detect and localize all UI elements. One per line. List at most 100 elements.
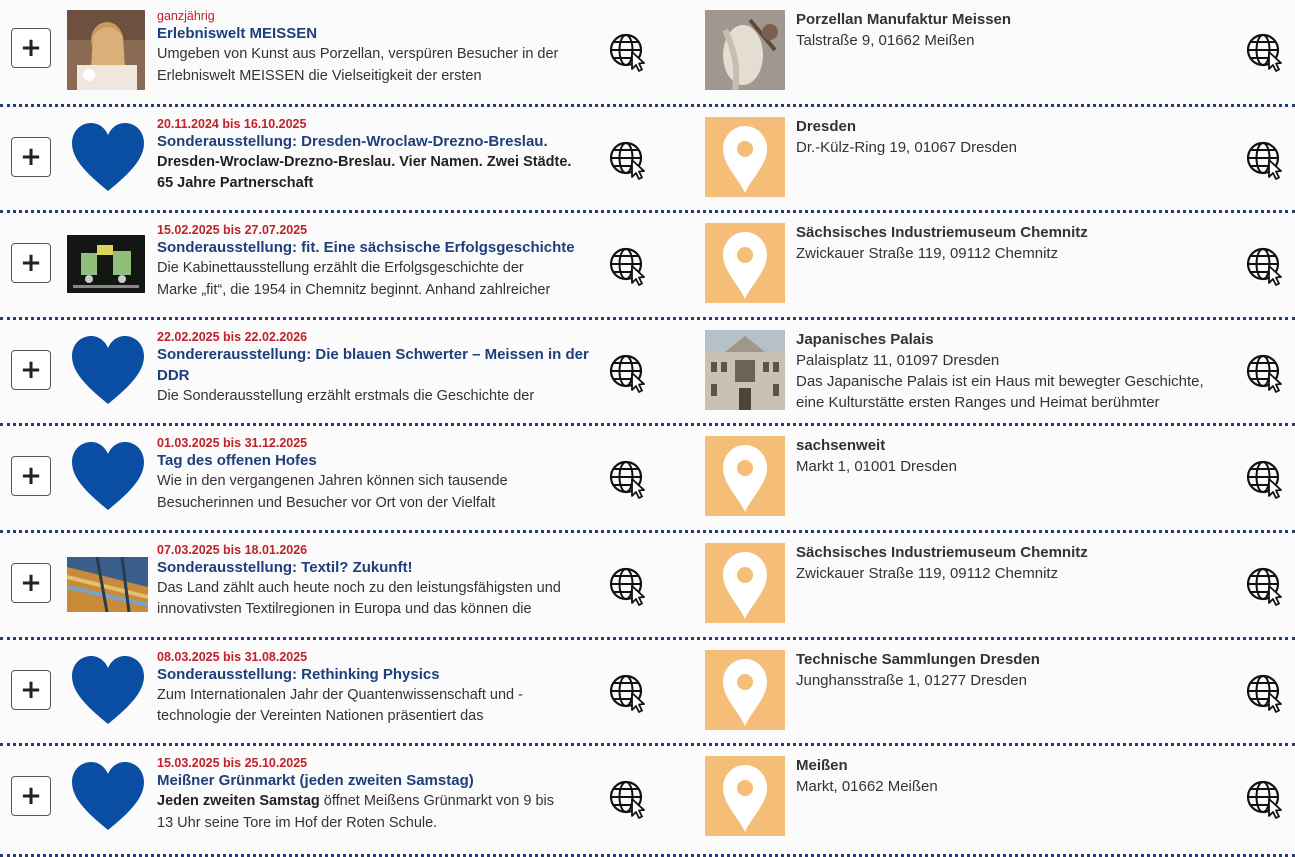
expand-button[interactable]: + [11,562,51,603]
globe-cursor-icon[interactable] [1245,566,1287,606]
location-address: Markt 1, 01001 Dresden [796,458,957,476]
globe-cursor-icon[interactable] [1245,673,1287,713]
location-info: Dresden Dr.-Külz-Ring 19, 01067 Dresden [796,116,1236,158]
description-line: Zum Internationalen Jahr der Quantenwiss… [157,686,523,703]
event-row: + 22.02.2025 bis 22.02.2026 Sondererauss… [0,320,1295,427]
location-address: Dr.-Külz-Ring 19, 01067 Dresden [796,138,1017,156]
event-info: 15.03.2025 bis 25.10.2025 Meißner Grünma… [157,756,605,834]
event-date: 20.11.2024 bis 16.10.2025 [157,116,307,131]
location-name: sachsenweit [796,437,886,455]
description-line: Wie in den vergangenen Jahren können sic… [157,473,508,490]
event-description: Die Sonderausstellung erzählt erstmals d… [157,386,605,408]
globe-cursor-icon[interactable] [608,566,650,606]
map-pin-icon[interactable] [705,649,785,730]
globe-cursor-icon[interactable] [1245,459,1287,500]
globe-cursor-icon[interactable] [608,140,650,180]
event-row: + 01.03.2025 bis 31.12.2025 Tag des offe… [0,426,1295,533]
event-row: + 07.03.2025 bis 18.01.2026 Sonderausste… [0,533,1295,640]
location-name: Sächsisches Industriemuseum Chemnitz [796,224,1088,242]
map-pin-icon[interactable] [705,436,785,517]
location-name: Dresden [796,117,857,135]
expand-button[interactable]: + [11,349,51,390]
description-line: Die Kabinettausstellung erzählt die Erfo… [157,260,524,277]
globe-cursor-icon[interactable] [1245,246,1287,287]
globe-cursor-icon[interactable] [608,353,650,393]
event-info: 08.03.2025 bis 31.08.2025 Sonderausstell… [157,650,605,728]
description-line: technologie der Vereinten Nationen präse… [157,708,484,725]
location-info: Meißen Markt, 01662 Meißen [796,755,1236,797]
description-line: Das Land zählt auch heute noch zu den le… [157,579,561,596]
expand-button[interactable]: + [11,456,51,497]
heart-icon [68,119,148,199]
description-line: Umgeben von Kunst aus Porzellan, verspür… [157,46,559,62]
location-info: Technische Sammlungen Dresden Junghansst… [796,649,1236,691]
heart-icon [68,758,148,838]
description-line: Jeden zweiten Samstag öffnet Meißens Grü… [157,791,605,813]
globe-cursor-icon[interactable] [608,32,650,72]
globe-cursor-icon[interactable] [608,779,650,820]
event-date: 15.02.2025 bis 27.07.2025 [157,223,308,238]
event-row: + ganzjährig Erlebniswelt MEISSEN Umgebe… [0,0,1295,107]
description-line: 13 Uhr seine Tore im Hof der Roten Schul… [157,814,438,831]
event-title[interactable]: Sonderausstellung: fit. Eine sächsische … [157,237,605,258]
event-row: + 15.03.2025 bis 25.10.2025 Meißner Grün… [0,746,1295,857]
event-row: + 15.02.2025 bis 27.07.2025 Sonderausste… [0,213,1295,320]
event-title[interactable]: Sondererausstellung: Die blauen Schwerte… [157,344,605,386]
globe-cursor-icon[interactable] [608,459,650,500]
heart-icon [68,332,148,412]
event-description: Jeden zweiten Samstag öffnet Meißens Grü… [157,791,605,834]
location-address: Junghansstraße 1, 01277 Dresden [796,671,1027,689]
map-pin-icon[interactable] [705,756,785,837]
map-pin-icon[interactable] [705,542,785,623]
description-line: eine Kulturstätte ersten Ranges und Heim… [796,394,1160,412]
description-line: innovativsten Textilregionen in Europa u… [157,601,532,618]
event-info: 20.11.2024 bis 16.10.2025 Sonderausstell… [157,117,605,195]
event-date: 08.03.2025 bis 31.08.2025 [157,649,308,664]
expand-button[interactable]: + [11,243,51,284]
location-thumbnail[interactable] [705,10,785,90]
description-line: Besucherinnen und Besucher vor Ort von d… [157,494,496,511]
expand-button[interactable]: + [11,28,51,68]
event-date: ganzjährig [157,9,215,23]
location-address: Palaisplatz 11, 01097 Dresden [796,351,1000,369]
event-date: 01.03.2025 bis 31.12.2025 [157,436,308,451]
event-title[interactable]: Erlebniswelt MEISSEN [157,23,605,44]
expand-button[interactable]: + [11,776,51,817]
location-name: Meißen [796,757,848,775]
description-line: 65 Jahre Partnerschaft [157,175,314,192]
map-pin-icon[interactable] [705,116,785,197]
description-line: Dresden-Wroclaw-Drezno-Breslau. Vier Nam… [157,153,572,170]
event-info: ganzjährig Erlebniswelt MEISSEN Umgeben … [157,9,605,87]
description-line: Die Sonderausstellung erzählt erstmals d… [157,387,535,404]
heart-icon [68,652,148,732]
location-address: Zwickauer Straße 119, 09112 Chemnitz [796,564,1059,582]
event-title[interactable]: Meißner Grünmarkt (jeden zweiten Samstag… [157,770,605,791]
event-thumbnail[interactable] [67,556,148,612]
expand-button[interactable]: + [11,669,51,710]
globe-cursor-icon[interactable] [1245,353,1287,393]
expand-button[interactable]: + [11,136,51,177]
globe-cursor-icon[interactable] [608,246,650,287]
globe-cursor-icon[interactable] [1245,779,1287,820]
event-description: Zum Internationalen Jahr der Quantenwiss… [157,685,605,728]
event-title[interactable]: Sonderausstellung: Dresden-Wroclaw-Drezn… [157,131,605,152]
event-title[interactable]: Sonderausstellung: Rethinking Physics [157,664,605,685]
event-thumbnail[interactable] [67,10,145,90]
location-thumbnail[interactable] [705,329,785,410]
description-line: Das Japanische Palais ist ein Haus mit b… [796,372,1204,390]
event-title[interactable]: Tag des offenen Hofes [157,450,605,471]
globe-cursor-icon[interactable] [1245,32,1287,72]
event-title[interactable]: Sonderausstellung: Textil? Zukunft! [157,557,605,578]
event-description: Wie in den vergangenen Jahren können sic… [157,471,605,514]
event-description: Das Land zählt auch heute noch zu den le… [157,578,605,621]
location-name: Porzellan Manufaktur Meissen [796,11,1012,28]
event-info: 01.03.2025 bis 31.12.2025 Tag des offene… [157,436,605,514]
event-info: 15.02.2025 bis 27.07.2025 Sonderausstell… [157,223,605,301]
globe-cursor-icon[interactable] [1245,140,1287,180]
description-text: öffnet Meißens Grünmarkt von 9 bis [319,793,555,810]
event-thumbnail[interactable] [67,235,145,294]
map-pin-icon[interactable] [705,223,785,304]
globe-cursor-icon[interactable] [608,673,650,713]
event-info: 07.03.2025 bis 18.01.2026 Sonderausstell… [157,543,605,621]
location-info: Japanisches Palais Palaisplatz 11, 01097… [796,329,1236,414]
